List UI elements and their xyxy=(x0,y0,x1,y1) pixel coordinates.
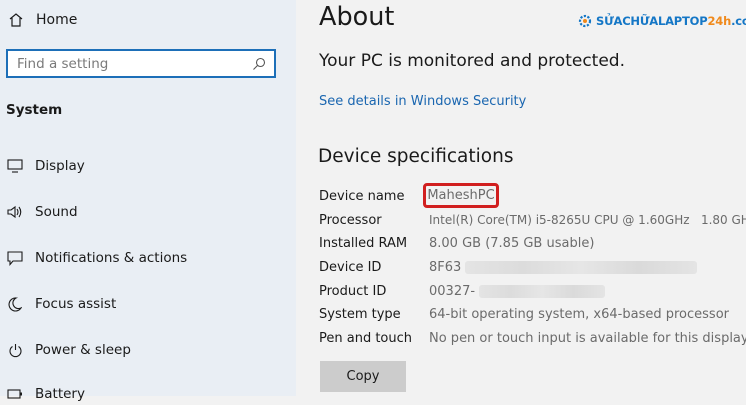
main-content: About Your PC is monitored and protected… xyxy=(296,0,746,396)
search-box[interactable] xyxy=(6,49,276,78)
spec-row-pen-touch: Pen and touch No pen or touch input is a… xyxy=(319,328,746,348)
moon-icon xyxy=(6,295,24,313)
sidebar-item-label: Notifications & actions xyxy=(35,250,188,266)
spec-value: 64-bit operating system, x64-based proce… xyxy=(429,306,729,322)
spec-row-processor: Processor Intel(R) Core(TM) i5-8265U CPU… xyxy=(319,210,746,230)
spec-value: 8F63 xyxy=(429,259,462,275)
gear-icon xyxy=(578,14,592,28)
sidebar-item-label: Focus assist xyxy=(35,296,117,312)
spec-label: Installed RAM xyxy=(319,235,408,251)
power-icon xyxy=(6,341,24,359)
home-nav[interactable]: Home xyxy=(8,9,77,31)
spec-value: MaheshPC xyxy=(427,188,495,203)
watermark-text: SỬACHỮALAPTOP xyxy=(596,14,708,28)
spec-value: No pen or touch input is available for t… xyxy=(429,330,746,346)
sidebar-item-focus-assist[interactable]: Focus assist xyxy=(6,293,116,315)
spec-label: Product ID xyxy=(319,283,387,299)
sidebar-item-label: Sound xyxy=(35,204,78,220)
windows-security-link[interactable]: See details in Windows Security xyxy=(319,94,526,109)
spec-label: Processor xyxy=(319,212,382,228)
sidebar-item-battery[interactable]: Battery xyxy=(6,383,85,405)
redacted-blur xyxy=(465,260,698,274)
spec-label: Pen and touch xyxy=(319,330,413,346)
watermark-text-suffix: .com xyxy=(731,14,746,28)
spec-label: System type xyxy=(319,306,401,322)
redacted-blur xyxy=(479,284,606,298)
sidebar-item-label: Power & sleep xyxy=(35,342,131,358)
spec-row-installed-ram: Installed RAM 8.00 GB (7.85 GB usable) xyxy=(319,233,746,253)
spec-row-system-type: System type 64-bit operating system, x64… xyxy=(319,304,746,324)
display-icon xyxy=(6,157,24,175)
sidebar-item-display[interactable]: Display xyxy=(6,155,85,177)
sidebar-item-power-sleep[interactable]: Power & sleep xyxy=(6,339,131,361)
spec-label: Device name xyxy=(319,188,405,204)
spec-row-device-name: Device name xyxy=(319,186,746,206)
sidebar-item-label: Display xyxy=(35,158,85,174)
home-icon xyxy=(9,13,23,27)
copy-button[interactable]: Copy xyxy=(320,361,406,392)
page-title: About xyxy=(319,2,395,32)
battery-icon xyxy=(6,385,24,403)
spec-row-device-id: Device ID 8F63 xyxy=(319,257,746,277)
section-system: System xyxy=(6,102,63,118)
sound-icon xyxy=(6,203,24,221)
watermark-text-accent: 24h xyxy=(707,14,732,28)
spec-value: Intel(R) Core(TM) i5-8265U CPU @ 1.60GHz… xyxy=(429,213,746,227)
spec-value: 00327- xyxy=(429,283,476,299)
device-name-value-highlight: MaheshPC xyxy=(423,183,499,208)
spec-label: Device ID xyxy=(319,259,382,275)
watermark-logo: SỬACHỮALAPTOP24h.com xyxy=(577,10,746,32)
security-status-text: Your PC is monitored and protected. xyxy=(319,51,625,71)
search-input[interactable] xyxy=(8,51,248,76)
home-label: Home xyxy=(36,12,78,28)
search-icon[interactable] xyxy=(248,57,270,71)
sidebar-item-label: Battery xyxy=(35,386,85,402)
sidebar-item-sound[interactable]: Sound xyxy=(6,201,78,223)
spec-value: 8.00 GB (7.85 GB usable) xyxy=(429,235,595,251)
notifications-icon xyxy=(6,249,24,267)
sidebar: Home System Display Sound Notifications … xyxy=(0,0,296,402)
device-specifications-heading: Device specifications xyxy=(318,146,514,167)
spec-row-product-id: Product ID 00327- xyxy=(319,281,746,301)
sidebar-item-notifications[interactable]: Notifications & actions xyxy=(6,247,187,269)
